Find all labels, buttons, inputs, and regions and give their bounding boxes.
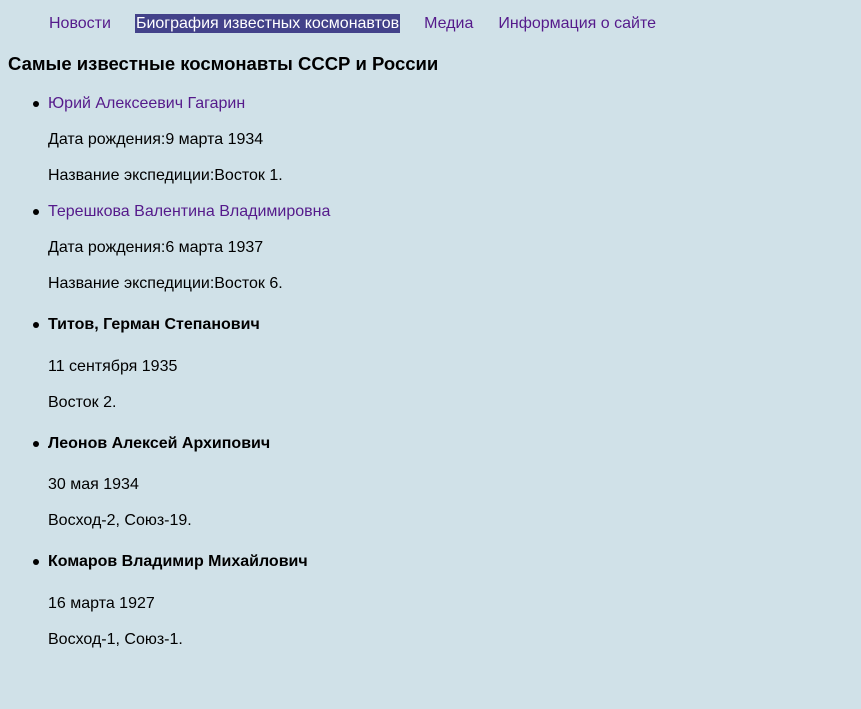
birth-date: Дата рождения:9 марта 1934 xyxy=(48,131,264,148)
list-bullet xyxy=(33,209,39,215)
mission-name: Восток 2. xyxy=(48,394,117,411)
list-bullet xyxy=(33,322,39,328)
top-nav: Новости Биография известных космонавтов … xyxy=(48,14,657,33)
cosmonaut-heading-leonov: Леонов Алексей Архипович xyxy=(48,435,271,452)
nav-link-about[interactable]: Информация о сайте xyxy=(497,14,657,33)
list-bullet xyxy=(33,101,39,107)
birth-date: 11 сентября 1935 xyxy=(48,358,178,375)
cosmonaut-link-tereshkova[interactable]: Терешкова Валентина Владимировна xyxy=(48,202,330,221)
nav-link-biography[interactable]: Биография известных космонавтов xyxy=(134,14,401,33)
birth-date: 16 марта 1927 xyxy=(48,595,155,612)
birth-date: Дата рождения:6 марта 1937 xyxy=(48,239,264,256)
mission-name: Восход-2, Союз-19. xyxy=(48,512,192,529)
mission-name: Название экспедиции:Восток 6. xyxy=(48,275,283,292)
mission-name: Название экспедиции:Восток 1. xyxy=(48,167,283,184)
list-bullet xyxy=(33,559,39,565)
mission-name: Восход-1, Союз-1. xyxy=(48,631,183,648)
page-title: Самые известные космонавты СССР и России xyxy=(8,53,439,74)
cosmonaut-link-gagarin[interactable]: Юрий Алексеевич Гагарин xyxy=(48,94,245,113)
nav-link-media[interactable]: Медиа xyxy=(423,14,474,33)
birth-date: 30 мая 1934 xyxy=(48,476,139,493)
cosmonaut-heading-komarov: Комаров Владимир Михайлович xyxy=(48,553,308,570)
nav-link-news[interactable]: Новости xyxy=(48,14,112,33)
list-bullet xyxy=(33,441,39,447)
cosmonaut-heading-titov: Титов, Герман Степанович xyxy=(48,316,260,333)
